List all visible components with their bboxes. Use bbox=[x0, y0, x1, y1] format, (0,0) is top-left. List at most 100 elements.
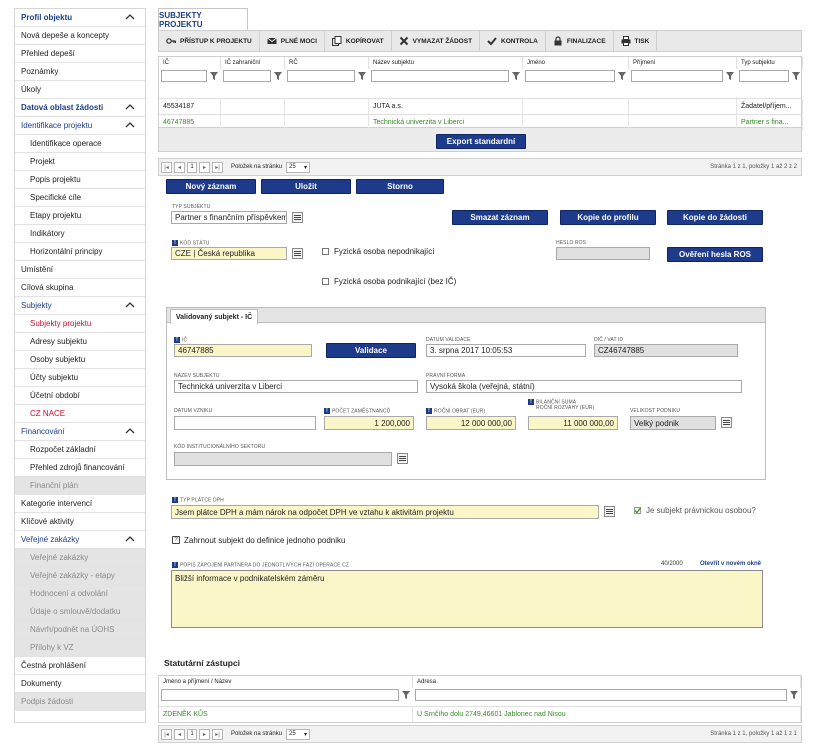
column-header[interactable]: Název subjektu bbox=[369, 57, 523, 69]
toolbar-button[interactable]: VYMAZAT ŽÁDOST bbox=[392, 31, 481, 51]
sidebar-item[interactable]: Dokumenty bbox=[15, 675, 145, 693]
sidebar-item[interactable]: CZ NACE bbox=[15, 405, 145, 423]
verify-ros-button[interactable]: Ověření hesla ROS bbox=[667, 247, 763, 262]
column-header[interactable]: IČ zahraniční bbox=[221, 57, 285, 69]
sidebar-item[interactable]: Klíčové aktivity bbox=[15, 513, 145, 531]
open-new-window-link[interactable]: Otevřít v novém okně bbox=[700, 561, 761, 567]
validate-button[interactable]: Validace bbox=[326, 343, 416, 358]
sidebar-item[interactable]: Umístění bbox=[15, 261, 145, 279]
sidebar-item[interactable]: Financování bbox=[15, 423, 145, 441]
toolbar-button[interactable]: TISK bbox=[614, 31, 658, 51]
chevron-up-icon[interactable] bbox=[125, 535, 135, 543]
per-page-select[interactable]: 25 ▾ bbox=[286, 161, 311, 173]
sidebar-item[interactable]: Čestná prohlášení bbox=[15, 657, 145, 675]
pravni-forma-field[interactable]: Vysoká škola (veřejná, státní) bbox=[426, 380, 742, 393]
fo-nepodnikajici-checkbox[interactable] bbox=[322, 248, 329, 255]
first-page-icon[interactable]: |◂ bbox=[161, 728, 172, 740]
column-header[interactable]: Jméno a příjmení / Název bbox=[159, 676, 413, 688]
sidebar-item[interactable]: Horizontální principy bbox=[15, 243, 145, 261]
sidebar-item[interactable]: Specifické cíle bbox=[15, 189, 145, 207]
last-page-icon[interactable]: ▸| bbox=[212, 161, 223, 173]
prev-page-icon[interactable]: ◂ bbox=[174, 161, 185, 173]
column-filter-input[interactable] bbox=[223, 70, 271, 82]
filter-icon[interactable] bbox=[725, 70, 735, 82]
list-icon[interactable] bbox=[604, 506, 615, 517]
sidebar-item[interactable]: Profil objektu bbox=[15, 9, 145, 27]
sidebar-item[interactable]: Účetní období bbox=[15, 387, 145, 405]
sidebar-item[interactable]: Osoby subjektu bbox=[15, 351, 145, 369]
filter-icon[interactable] bbox=[357, 70, 367, 82]
chevron-up-icon[interactable] bbox=[125, 13, 135, 21]
copy-to-request-button[interactable]: Kopie do žádosti bbox=[667, 210, 763, 225]
page-number[interactable]: 1 bbox=[187, 728, 197, 740]
chevron-up-icon[interactable] bbox=[125, 103, 135, 111]
toolbar-button[interactable]: KONTROLA bbox=[480, 31, 546, 51]
sidebar-item[interactable]: Projekt bbox=[15, 153, 145, 171]
column-header[interactable]: IČ bbox=[159, 57, 221, 69]
sidebar-item[interactable]: Identifikace operace bbox=[15, 135, 145, 153]
typ-subjektu-field[interactable]: Partner s finančním příspěvkem bbox=[171, 211, 287, 224]
toolbar-button[interactable]: KOPÍROVAT bbox=[325, 31, 392, 51]
sidebar-item[interactable]: Etapy projektu bbox=[15, 207, 145, 225]
bilancni-suma-field[interactable]: 11 000 000,00 bbox=[528, 416, 618, 430]
list-icon[interactable] bbox=[721, 417, 732, 428]
filter-icon[interactable] bbox=[273, 70, 283, 82]
dic-field[interactable]: CZ46747885 bbox=[594, 344, 738, 357]
save-button[interactable]: Uložit bbox=[261, 179, 351, 194]
list-icon[interactable] bbox=[397, 453, 408, 464]
column-header[interactable]: Jméno bbox=[523, 57, 629, 69]
heslo-ros-field[interactable] bbox=[556, 247, 650, 260]
sidebar-item[interactable]: Popis projektu bbox=[15, 171, 145, 189]
nazev-subjektu-field[interactable]: Technická univerzita v Liberci bbox=[174, 380, 418, 393]
sidebar-item[interactable]: Identifikace projektu bbox=[15, 117, 145, 135]
help-icon[interactable]: ? bbox=[172, 536, 180, 544]
rocni-obrat-field[interactable]: 12 000 000,00 bbox=[426, 416, 516, 430]
column-header[interactable]: Typ subjektu bbox=[737, 57, 803, 69]
column-filter-input[interactable] bbox=[161, 70, 207, 82]
filter-icon[interactable] bbox=[511, 70, 521, 82]
sidebar-item[interactable]: Rozpočet základní bbox=[15, 441, 145, 459]
list-icon[interactable] bbox=[292, 248, 303, 259]
column-filter-input[interactable] bbox=[415, 689, 787, 701]
filter-icon[interactable] bbox=[789, 689, 799, 701]
cancel-button[interactable]: Storno bbox=[356, 179, 444, 194]
kod-inst-sektoru-field[interactable] bbox=[174, 452, 392, 466]
pravnicka-osoba-checkbox[interactable] bbox=[634, 507, 641, 514]
table-row[interactable]: ZDENĚK KŮS U Srnčího dolu 2749,46601 Jabl… bbox=[159, 706, 801, 722]
column-filter-input[interactable] bbox=[371, 70, 509, 82]
sidebar-item[interactable]: Nová depeše a koncepty bbox=[15, 27, 145, 45]
tab-subjekty-projektu[interactable]: SUBJEKTY PROJEKTU bbox=[158, 8, 248, 30]
sidebar-item[interactable]: Účty subjektu bbox=[15, 369, 145, 387]
toolbar-button[interactable]: PŘÍSTUP K PROJEKTU bbox=[159, 31, 260, 51]
next-page-icon[interactable]: ▸ bbox=[199, 161, 210, 173]
sidebar-item[interactable]: Subjekty projektu bbox=[15, 315, 145, 333]
column-filter-input[interactable] bbox=[161, 689, 399, 701]
sidebar-item[interactable]: Datová oblast žádosti bbox=[15, 99, 145, 117]
export-button[interactable]: Export standardní bbox=[436, 134, 526, 149]
column-filter-input[interactable] bbox=[287, 70, 355, 82]
column-filter-input[interactable] bbox=[631, 70, 723, 82]
new-record-button[interactable]: Nový záznam bbox=[166, 179, 256, 194]
popis-zapojeni-textarea[interactable]: Bližší informace v podnikatelském záměru bbox=[171, 570, 763, 628]
sidebar-item[interactable]: Subjekty bbox=[15, 297, 145, 315]
prev-page-icon[interactable]: ◂ bbox=[174, 728, 185, 740]
first-page-icon[interactable]: |◂ bbox=[161, 161, 172, 173]
toolbar-button[interactable]: FINALIZACE bbox=[546, 31, 614, 51]
column-header[interactable]: Adresa bbox=[413, 676, 801, 688]
last-page-icon[interactable]: ▸| bbox=[212, 728, 223, 740]
sidebar-item[interactable]: Přehled depeší bbox=[15, 45, 145, 63]
sidebar-item[interactable]: Veřejné zakázky bbox=[15, 531, 145, 549]
filter-icon[interactable] bbox=[791, 70, 801, 82]
page-number[interactable]: 1 bbox=[187, 161, 197, 173]
typ-platce-dph-field[interactable]: Jsem plátce DPH a mám nárok na odpočet D… bbox=[171, 505, 599, 519]
column-filter-input[interactable] bbox=[525, 70, 615, 82]
fo-podnikajici-checkbox[interactable] bbox=[322, 278, 329, 285]
filter-icon[interactable] bbox=[401, 689, 411, 701]
sidebar-item[interactable]: Přehled zdrojů financování bbox=[15, 459, 145, 477]
table-row[interactable]: 45534187 JUTA a.s. Žadatel/příjem... bbox=[159, 98, 803, 114]
filter-icon[interactable] bbox=[617, 70, 627, 82]
chevron-up-icon[interactable] bbox=[125, 301, 135, 309]
tab-validovany-subjekt[interactable]: Validovaný subjekt - IČ bbox=[170, 309, 258, 324]
kod-statu-field[interactable]: CZE | Česká republika bbox=[171, 247, 287, 260]
pocet-zamestnancu-field[interactable]: 1 200,000 bbox=[324, 416, 414, 430]
